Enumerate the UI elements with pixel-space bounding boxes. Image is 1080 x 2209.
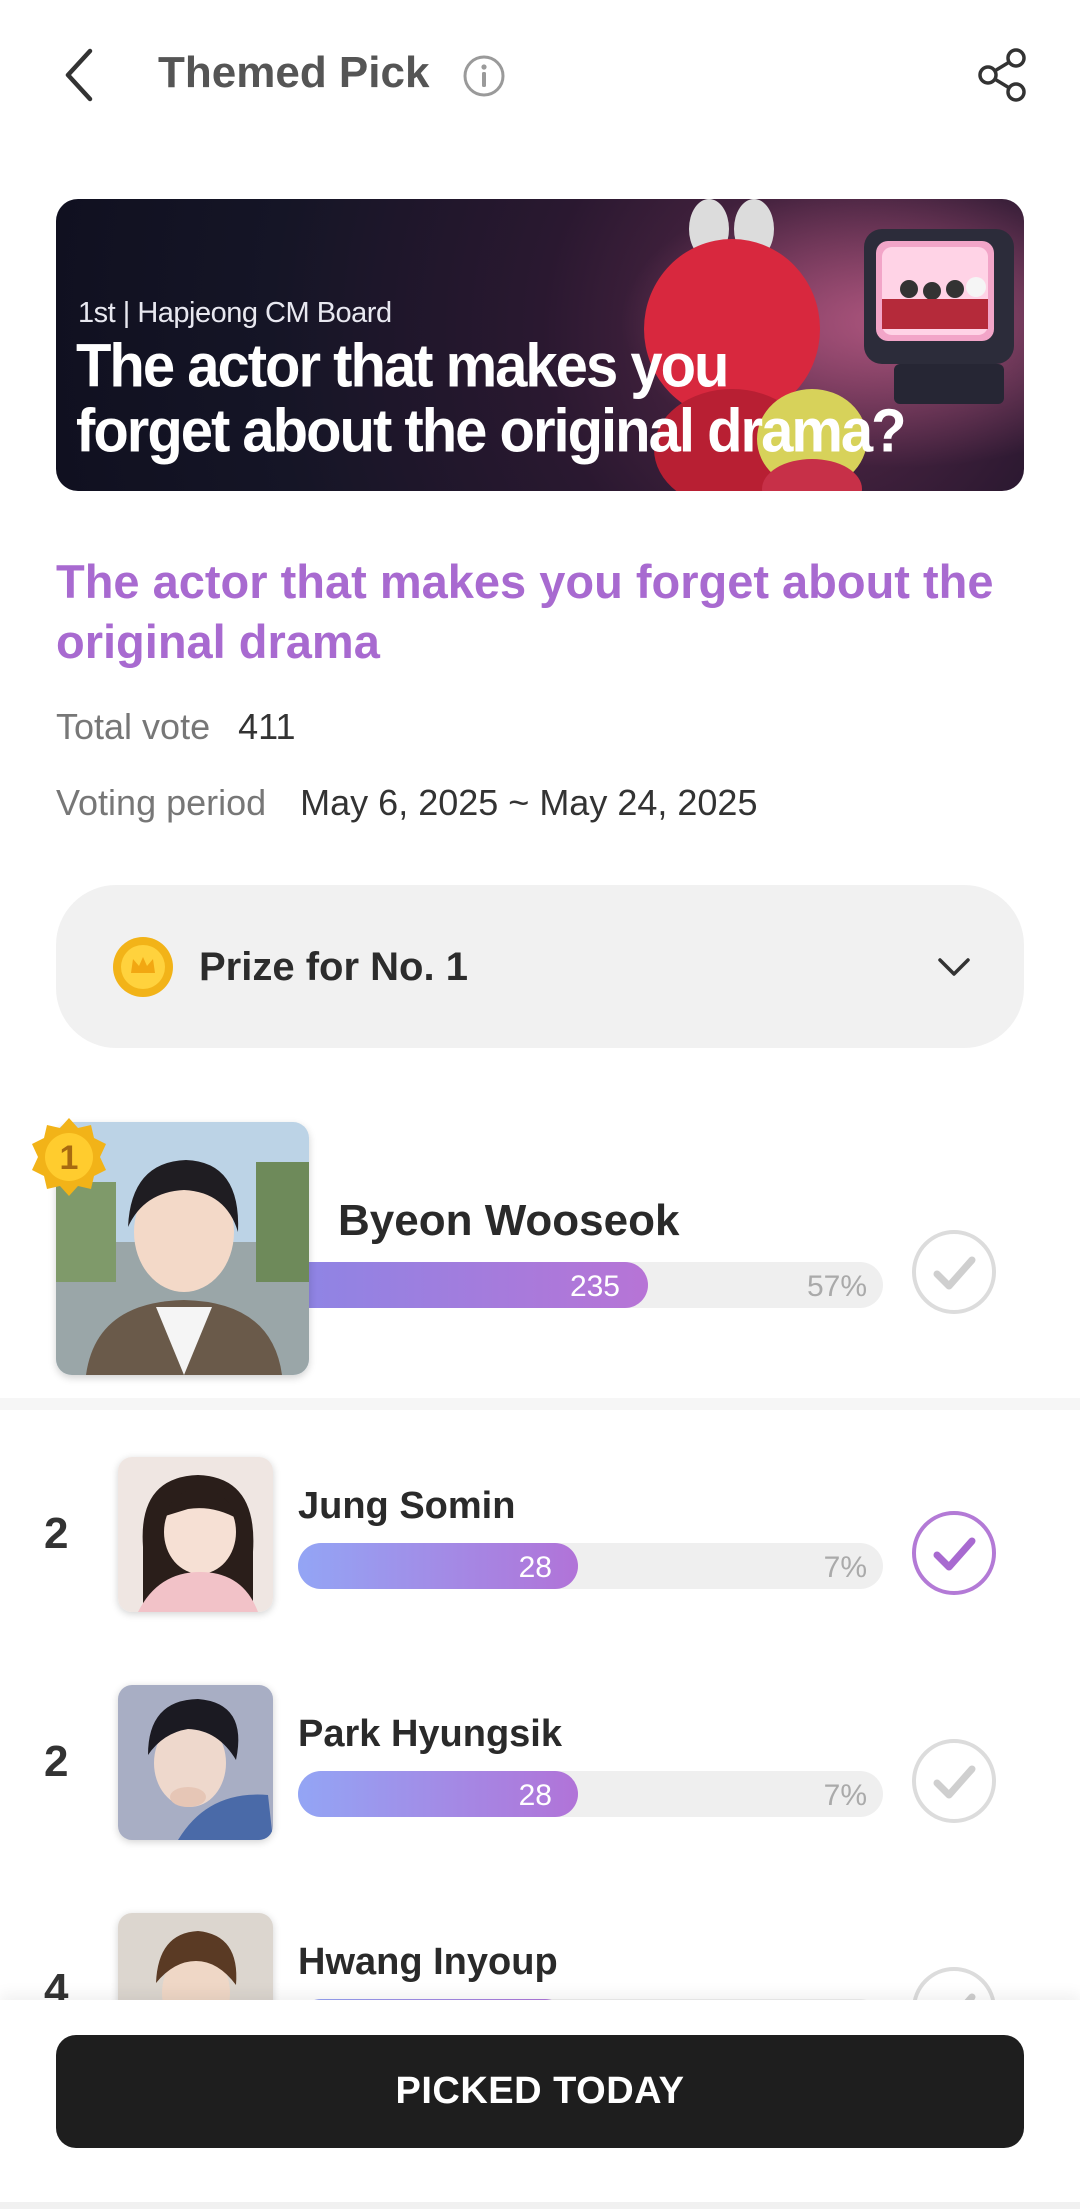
candidate-row: 2 Park Hyungsik 28 7% [0, 1685, 1080, 1845]
event-banner[interactable]: 1st | Hapjeong CM Board The actor that m… [56, 199, 1024, 491]
rank-number: 2 [44, 1737, 69, 1786]
rank-number: 2 [44, 1509, 69, 1558]
portrait-image [118, 1457, 273, 1612]
voting-period-label: Voting period [56, 782, 267, 823]
vote-check-icon[interactable] [910, 1737, 998, 1825]
picked-today-button[interactable]: PICKED TODAY [56, 2035, 1024, 2148]
vote-check-icon-selected[interactable] [910, 1509, 998, 1597]
chevron-down-icon [938, 958, 970, 976]
vote-count: 28 [518, 1779, 552, 1812]
vote-percent: 57% [806, 1270, 867, 1303]
banner-headline-line2: forget about the original drama? [76, 396, 907, 466]
vote-bar: 28 7% [298, 1543, 883, 1589]
vote-bar: 235 57% [309, 1262, 883, 1308]
candidate-row: 2 Jung Somin 28 7% [0, 1457, 1080, 1617]
rank-badge-icon: 1 [32, 1118, 106, 1196]
info-icon[interactable] [462, 54, 506, 98]
voting-period-row: Voting period May 6, 2025 ~ May 24, 2025 [56, 782, 757, 824]
header: Themed Pick [0, 0, 1080, 150]
candidate-photo [118, 1457, 273, 1612]
first-place-row: 235 57% 1 Byeon Wooseok [0, 1118, 1080, 1400]
vote-percent: 7% [823, 1551, 867, 1584]
poll-title: The actor that makes you forget about th… [56, 555, 994, 668]
total-vote-row: Total vote 411 [56, 706, 296, 748]
system-nav-bar [0, 2202, 1080, 2209]
rank-badge-number: 1 [60, 1139, 79, 1177]
vote-count: 235 [569, 1270, 620, 1303]
total-vote-label: Total vote [56, 706, 211, 747]
vote-percent: 7% [823, 1779, 867, 1812]
chevron-left-icon [65, 48, 93, 102]
vote-bar: 28 7% [298, 1771, 883, 1817]
prize-label: Prize for No. 1 [199, 945, 468, 989]
vote-bar-fill: 28 [298, 1771, 578, 1817]
vote-bar-fill: 28 [298, 1543, 578, 1589]
total-vote-value: 411 [238, 706, 296, 747]
banner-headline: The actor that makes you forget about th… [76, 331, 907, 466]
vote-check-icon[interactable] [910, 1228, 998, 1316]
share-icon[interactable] [972, 44, 1034, 106]
candidate-photo [118, 1685, 273, 1840]
back-button[interactable] [50, 40, 110, 110]
banner-headline-line1: The actor that makes you [76, 331, 729, 401]
voting-period-value: May 6, 2025 ~ May 24, 2025 [300, 782, 758, 823]
candidate-name: Byeon Wooseok [338, 1196, 680, 1245]
prize-dropdown[interactable]: Prize for No. 1 [56, 885, 1024, 1048]
candidate-name: Hwang Inyoup [298, 1941, 558, 1983]
bottom-bar: PICKED TODAY [0, 2000, 1080, 2209]
vote-count: 28 [518, 1551, 552, 1584]
page-title: Themed Pick [158, 48, 430, 97]
candidate-name: Jung Somin [298, 1485, 516, 1527]
divider [0, 1398, 1080, 1410]
vote-bar-fill: 235 [309, 1262, 648, 1308]
coin-icon [113, 937, 173, 997]
portrait-image [118, 1685, 273, 1840]
candidate-name: Park Hyungsik [298, 1713, 562, 1755]
banner-subtitle: 1st | Hapjeong CM Board [78, 297, 392, 329]
